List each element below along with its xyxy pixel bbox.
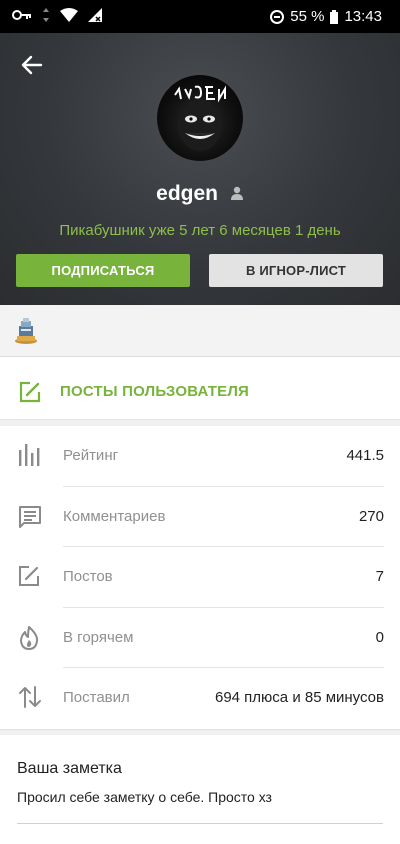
back-arrow-icon[interactable] — [18, 51, 46, 79]
stat-value: 0 — [375, 628, 384, 646]
stat-row-comments: Комментариев 270 — [0, 487, 400, 548]
wifi-icon — [60, 8, 78, 22]
clock: 13:43 — [344, 8, 382, 25]
battery-percent: 55 % — [290, 8, 325, 25]
username: edgen — [156, 182, 218, 205]
user-posts-label: ПОСТЫ ПОЛЬЗОВАТЕЛЯ — [60, 383, 250, 400]
award-badge-icon[interactable] — [14, 318, 38, 349]
profile-header: edgen Пикабушник уже 5 лет 6 месяцев 1 д… — [0, 33, 400, 305]
user-posts-link[interactable]: ПОСТЫ ПОЛЬЗОВАТЕЛЯ — [0, 362, 400, 420]
user-icon — [230, 182, 244, 206]
stat-row-hot: В горячем 0 — [0, 608, 400, 669]
stat-label: Поставил — [63, 689, 130, 707]
stat-row-rating: Рейтинг 441.5 — [0, 426, 400, 487]
flame-icon — [18, 625, 40, 655]
stat-value: 270 — [358, 507, 384, 525]
subscribe-button[interactable]: ПОДПИСАТЬСЯ — [16, 254, 190, 287]
data-saver-icon — [270, 9, 285, 24]
arrows-updown-icon — [18, 686, 42, 713]
note-title: Ваша заметка — [17, 760, 122, 777]
ignore-list-button[interactable]: В ИГНОР-ЛИСТ — [209, 254, 383, 287]
note-text[interactable]: Просил себе заметку о себе. Просто хз — [17, 789, 272, 805]
stats-list: Рейтинг 441.5 Комментариев 270 Постов 7 … — [0, 426, 400, 729]
user-note-section[interactable]: Ваша заметка Просил себе заметку о себе.… — [0, 735, 400, 844]
stat-label: Комментариев — [63, 507, 166, 525]
bar-chart-icon — [18, 444, 42, 471]
stat-label: Рейтинг — [63, 447, 119, 464]
data-transfer-icon — [42, 8, 50, 22]
stat-row-votes: Поставил 694 плюса и 85 минусов — [0, 668, 400, 729]
stat-value: 441.5 — [346, 447, 384, 464]
avatar[interactable] — [157, 75, 243, 161]
battery-icon — [330, 9, 339, 24]
vpn-key-icon — [12, 9, 32, 21]
stat-label: В горячем — [63, 628, 134, 646]
note-underline — [17, 823, 383, 824]
tenure-text: Пикабушник уже 5 лет 6 месяцев 1 день — [59, 222, 341, 239]
status-bar: 55 % 13:43 — [0, 0, 400, 33]
comment-icon — [18, 505, 42, 534]
awards-bar — [0, 305, 400, 357]
edit-icon — [18, 565, 40, 592]
signal-icon — [88, 8, 102, 22]
stat-row-posts: Постов 7 — [0, 547, 400, 608]
stat-value: 7 — [375, 568, 384, 586]
stat-value: 694 плюса и 85 минусов — [214, 689, 384, 707]
edit-icon — [19, 381, 41, 408]
stat-label: Постов — [63, 568, 113, 586]
username-row: edgen — [0, 182, 400, 206]
